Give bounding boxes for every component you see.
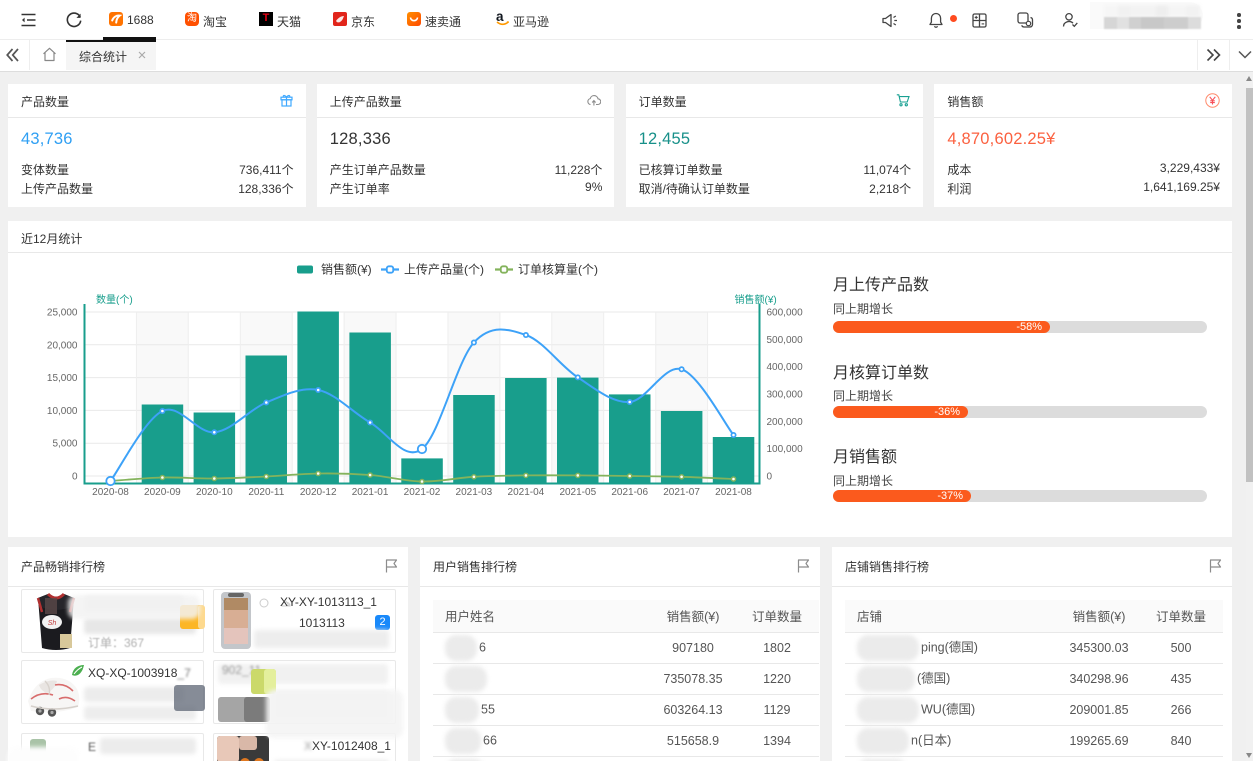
svg-text:2021-08: 2021-08 — [715, 487, 752, 498]
svg-text:销售额(¥): 销售额(¥) — [735, 293, 777, 306]
svg-text:2020-09: 2020-09 — [144, 487, 181, 498]
svg-text:数量(个): 数量(个) — [96, 293, 133, 306]
svg-text:2021-04: 2021-04 — [508, 487, 545, 498]
svg-text:0: 0 — [72, 472, 78, 483]
svg-text:Sh: Sh — [48, 620, 57, 627]
svg-text:2020-12: 2020-12 — [300, 487, 337, 498]
svg-text:2021-03: 2021-03 — [456, 487, 493, 498]
svg-text:25,000: 25,000 — [47, 308, 78, 319]
svg-text:2020-08: 2020-08 — [92, 487, 129, 498]
svg-text:20,000: 20,000 — [47, 340, 78, 351]
svg-text:0: 0 — [767, 472, 773, 483]
svg-text:600,000: 600,000 — [767, 308, 804, 319]
svg-text:2021-07: 2021-07 — [663, 487, 700, 498]
svg-text:5,000: 5,000 — [52, 439, 77, 450]
svg-text:300,000: 300,000 — [767, 390, 804, 401]
svg-text:10,000: 10,000 — [47, 406, 78, 417]
svg-text:15,000: 15,000 — [47, 373, 78, 384]
svg-text:2021-05: 2021-05 — [559, 487, 596, 498]
svg-text:200,000: 200,000 — [767, 417, 804, 428]
svg-text:2020-11: 2020-11 — [248, 487, 284, 498]
svg-text:500,000: 500,000 — [767, 335, 804, 346]
svg-text:100,000: 100,000 — [767, 444, 804, 455]
svg-text:400,000: 400,000 — [767, 362, 804, 373]
svg-text:销售额(¥): 销售额(¥) — [321, 262, 372, 277]
svg-text:订单核算量(个): 订单核算量(个) — [518, 262, 598, 277]
svg-text:2021-01: 2021-01 — [352, 487, 389, 498]
svg-text:2021-06: 2021-06 — [611, 487, 648, 498]
svg-text:上传产品量(个): 上传产品量(个) — [404, 262, 484, 277]
svg-text:2021-02: 2021-02 — [404, 487, 441, 498]
svg-text:2020-10: 2020-10 — [196, 487, 233, 498]
